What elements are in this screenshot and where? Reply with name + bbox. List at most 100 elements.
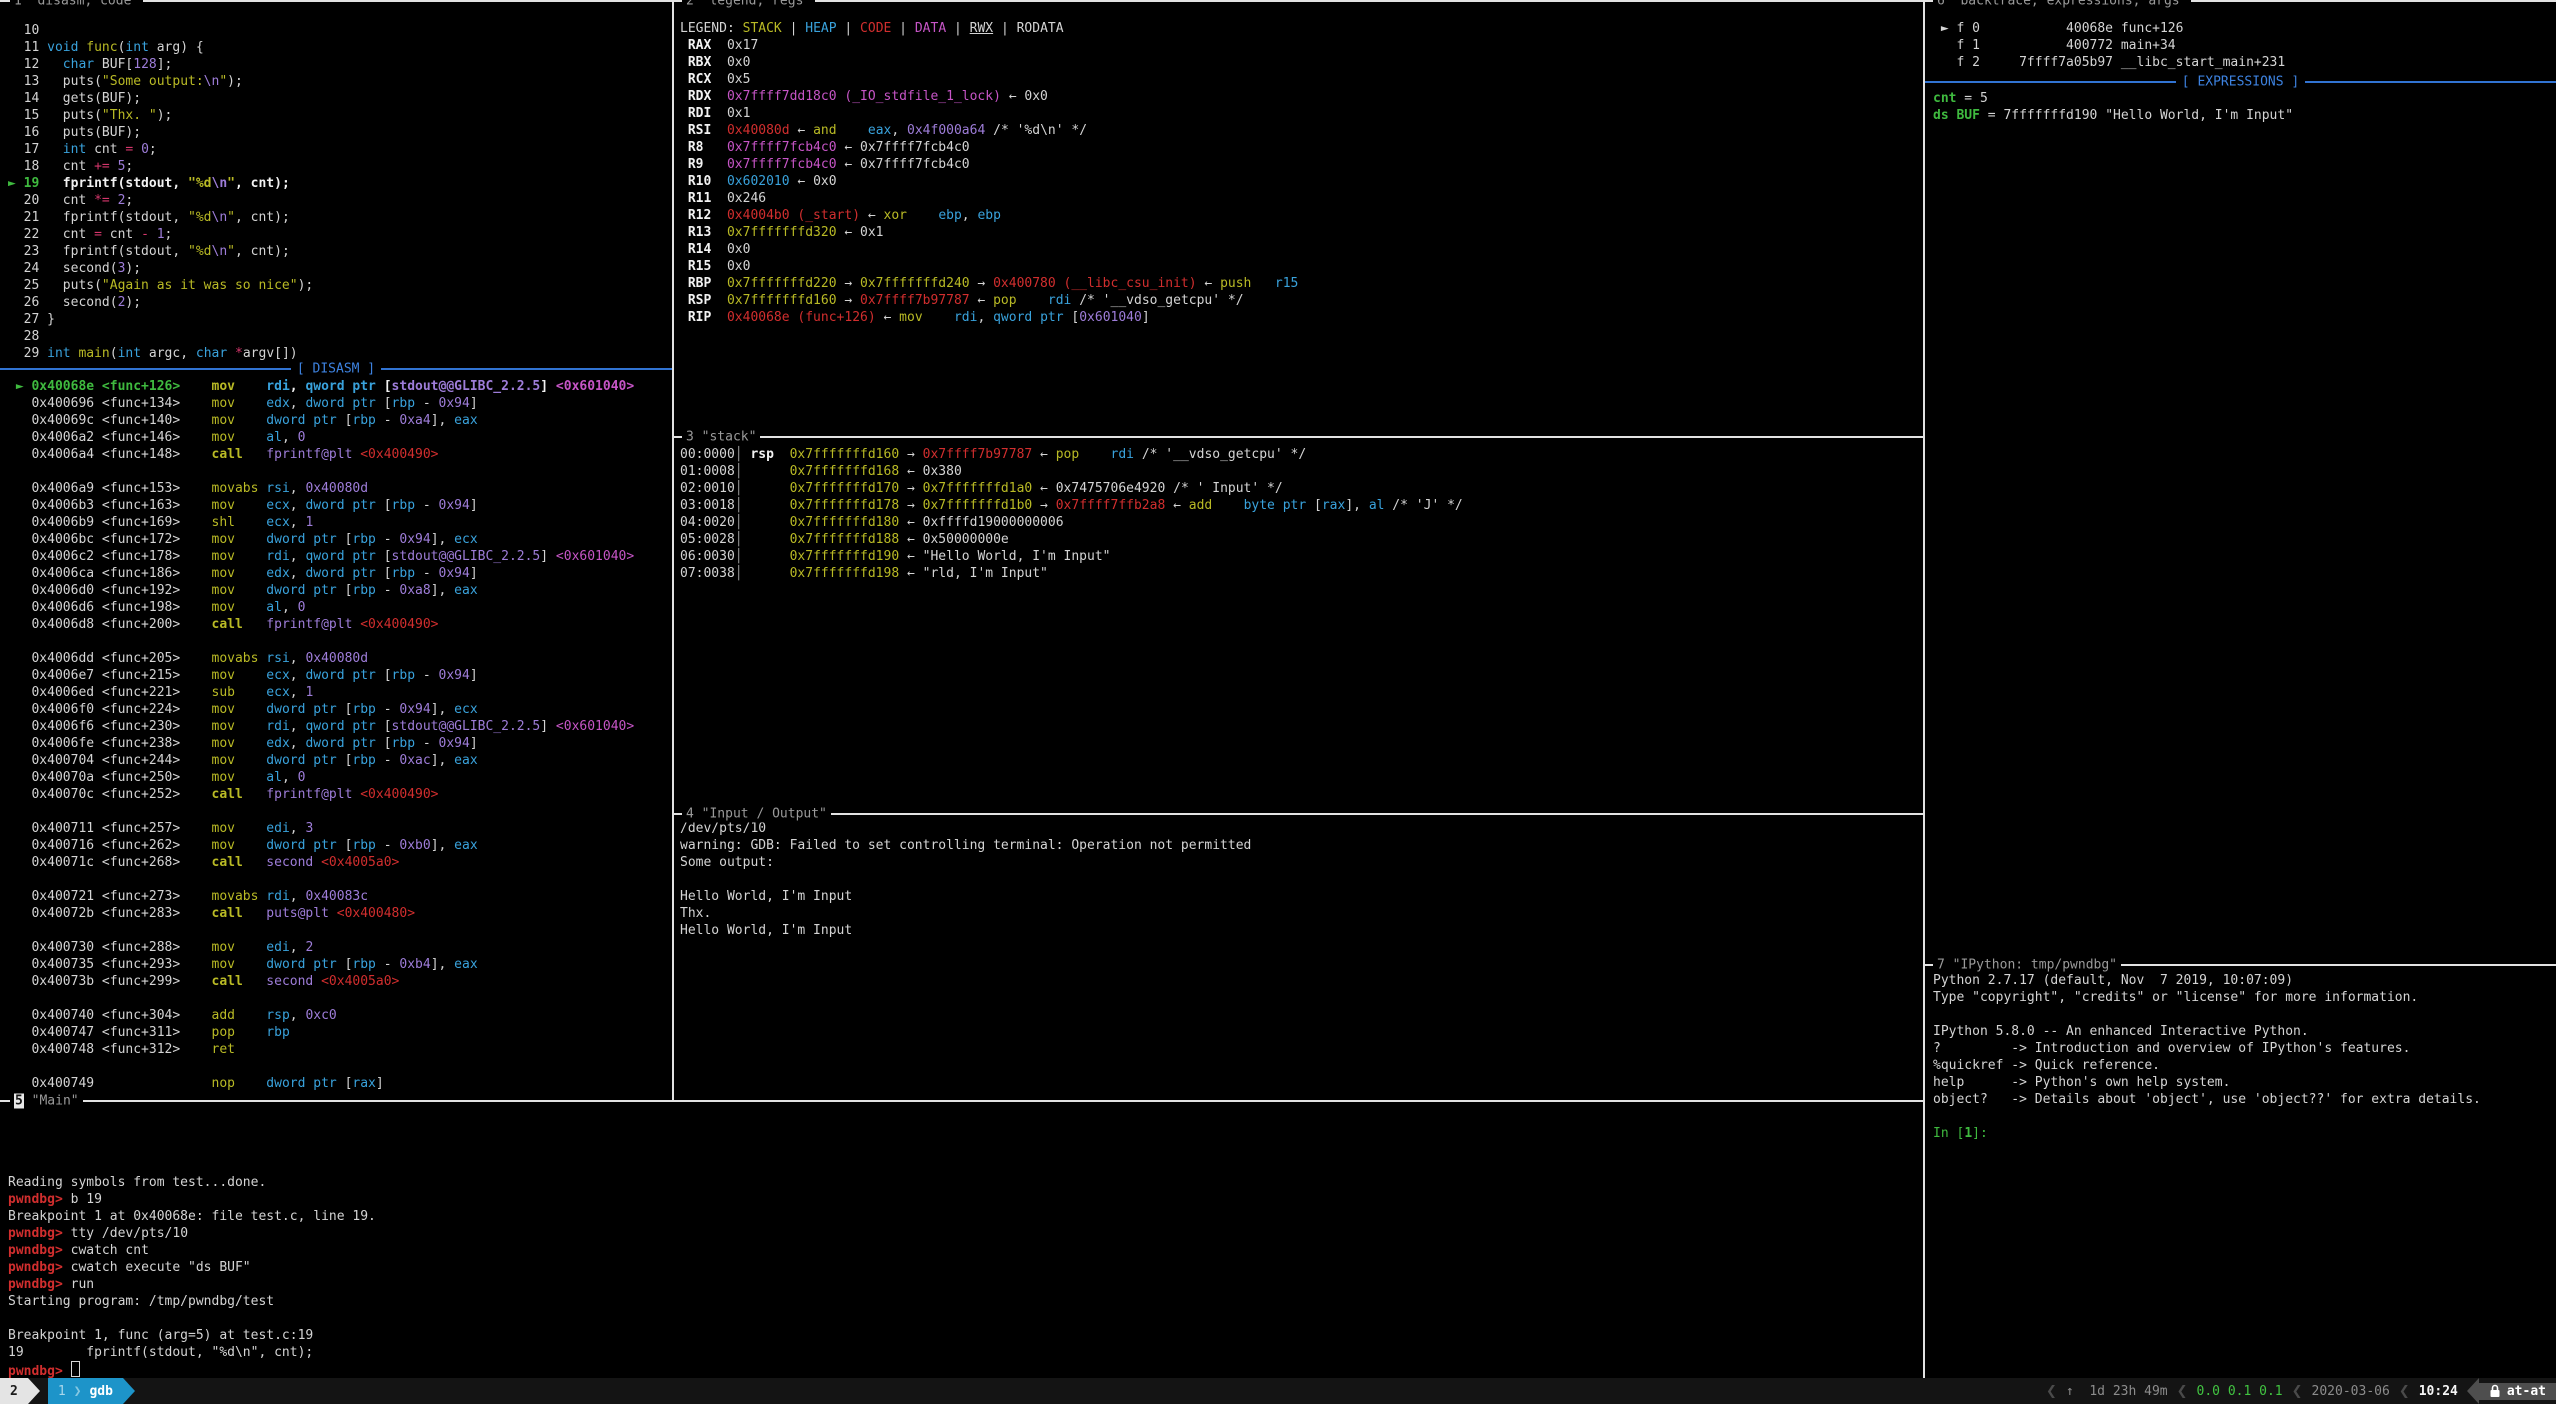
- terminal-line: 0x4006f0 <func+224> mov dword ptr [rbp -…: [8, 701, 634, 718]
- pane-border-io[interactable]: [672, 813, 1923, 815]
- terminal-line: 0x400748 <func+312> ret: [8, 1041, 634, 1058]
- stack-pane[interactable]: 00:0000│ rsp 0x7fffffffd160 → 0x7ffff7b9…: [680, 446, 1463, 582]
- terminal-line: 0x4006a4 <func+148> call fprintf@plt <0x…: [8, 446, 634, 463]
- terminal-line: %quickref -> Quick reference.: [1933, 1057, 2481, 1074]
- pane-title-main: 5 "Main": [10, 1093, 83, 1110]
- terminal-line: 18 cnt += 5;: [8, 158, 313, 175]
- hostname-segment: at-at: [2479, 1383, 2556, 1400]
- terminal-line: [8, 463, 634, 480]
- terminal-line: [8, 922, 634, 939]
- terminal-line: [8, 871, 634, 888]
- terminal-line: RAX 0x17: [680, 37, 1298, 54]
- terminal-line: 0x4006ca <func+186> mov edx, dword ptr […: [8, 565, 634, 582]
- terminal-line: 0x4006d8 <func+200> call fprintf@plt <0x…: [8, 616, 634, 633]
- terminal-line: 0x4006bc <func+172> mov dword ptr [rbp -…: [8, 531, 634, 548]
- terminal-line: RSP 0x7fffffffd160 → 0x7ffff7b97787 ← po…: [680, 292, 1298, 309]
- terminal-line: 0x40071c <func+268> call second <0x4005a…: [8, 854, 634, 871]
- terminal-line: 1 "disasm, code": [14, 0, 139, 10]
- registers-pane[interactable]: LEGEND: STACK | HEAP | CODE | DATA | RWX…: [680, 20, 1298, 326]
- terminal-line: Some output:: [680, 854, 1251, 871]
- terminal-line: Starting program: /tmp/pwndbg/test: [8, 1293, 376, 1310]
- terminal-line: [8, 1058, 634, 1075]
- terminal-line: ► f 0 40068e func+126: [1933, 20, 2285, 37]
- terminal-line: [8, 1140, 376, 1157]
- gdb-main-pane[interactable]: Reading symbols from test...done. pwndbg>…: [8, 1106, 376, 1378]
- terminal-line: 16 puts(BUF);: [8, 124, 313, 141]
- terminal-line: [8, 1157, 376, 1174]
- expressions-section-label: [ EXPRESSIONS ]: [1925, 74, 2556, 91]
- terminal-line: Thx.: [680, 905, 1251, 922]
- chevron-left-icon: ❮: [2390, 1383, 2419, 1400]
- terminal-line: 20 cnt *= 2;: [8, 192, 313, 209]
- pane-title-legend-regs: 2 "legend, regs": [682, 0, 815, 10]
- uptime-text: 1d 23h 49m: [2089, 1383, 2167, 1400]
- terminal-line: 0x40069c <func+140> mov dword ptr [rbp -…: [8, 412, 634, 429]
- load-average: 0.0 0.1 0.1: [2197, 1383, 2283, 1400]
- terminal-line: pwndbg> cwatch execute "ds BUF": [8, 1259, 376, 1276]
- terminal-line: 24 second(3);: [8, 260, 313, 277]
- terminal-line: 0x4006b3 <func+163> mov ecx, dword ptr […: [8, 497, 634, 514]
- pane-border-vertical-right[interactable]: [1923, 0, 1925, 1378]
- backtrace-pane[interactable]: ► f 0 40068e func+126 f 1 400772 main+34…: [1933, 20, 2285, 71]
- window-tab-gdb[interactable]: 1 ❯ gdb: [48, 1378, 123, 1404]
- terminal-line: f 2 7ffff7a05b97 __libc_start_main+231: [1933, 54, 2285, 71]
- source-code-pane[interactable]: 10 11 void func(int arg) { 12 char BUF[1…: [8, 22, 313, 362]
- terminal-line: 0x4006e7 <func+215> mov ecx, dword ptr […: [8, 667, 634, 684]
- tmux-pwndbg-screen: 10 11 void func(int arg) { 12 char BUF[1…: [0, 0, 2556, 1404]
- terminal-line: ► 19 fprintf(stdout, "%d\n", cnt);: [8, 175, 313, 192]
- terminal-line: 0x4006a9 <func+153> movabs rsi, 0x40080d: [8, 480, 634, 497]
- powerline-arrow-icon: [28, 1378, 40, 1404]
- terminal-line: 28: [8, 328, 313, 345]
- terminal-line: ► 0x40068e <func+126> mov rdi, qword ptr…: [8, 378, 634, 395]
- disassembly-pane[interactable]: ► 0x40068e <func+126> mov rdi, qword ptr…: [8, 378, 634, 1092]
- uptime-icon: ↑: [2066, 1383, 2089, 1400]
- terminal-line: 0x400721 <func+273> movabs rdi, 0x40083c: [8, 888, 634, 905]
- terminal-line: 0x40073b <func+299> call second <0x4005a…: [8, 973, 634, 990]
- input-output-pane[interactable]: /dev/pts/10warning: GDB: Failed to set c…: [680, 820, 1251, 939]
- session-tab[interactable]: 2: [0, 1378, 28, 1404]
- terminal-line: 5 "Main": [14, 1093, 79, 1110]
- terminal-line: 0x400749 nop dword ptr [rax]: [8, 1075, 634, 1092]
- pane-title-stack: 3 "stack": [682, 429, 760, 446]
- terminal-line: cnt = 5: [1933, 90, 2293, 107]
- terminal-line: RCX 0x5: [680, 71, 1298, 88]
- pane-title-input-output: 4 "Input / Output": [682, 806, 831, 823]
- terminal-line: 00:0000│ rsp 0x7fffffffd160 → 0x7ffff7b9…: [680, 446, 1463, 463]
- terminal-line: 21 fprintf(stdout, "%d\n", cnt);: [8, 209, 313, 226]
- terminal-line: pwndbg> cwatch cnt: [8, 1242, 376, 1259]
- terminal-line: 12 char BUF[128];: [8, 56, 313, 73]
- terminal-line: R12 0x4004b0 (_start) ← xor ebp, ebp: [680, 207, 1298, 224]
- terminal-line: R8 0x7ffff7fcb4c0 ← 0x7ffff7fcb4c0: [680, 139, 1298, 156]
- chevron-left-icon: ❮: [2168, 1383, 2197, 1400]
- terminal-line: R10 0x602010 ← 0x0: [680, 173, 1298, 190]
- pane-border-stack[interactable]: [672, 436, 1923, 438]
- chevron-left-icon: ❮: [2037, 1383, 2066, 1400]
- terminal-line: 07:0038│ 0x7fffffffd198 ← "rld, I'm Inpu…: [680, 565, 1463, 582]
- terminal-line: 17 int cnt = 0;: [8, 141, 313, 158]
- terminal-line: f 1 400772 main+34: [1933, 37, 2285, 54]
- terminal-line: 23 fprintf(stdout, "%d\n", cnt);: [8, 243, 313, 260]
- terminal-line: object? -> Details about 'object', use '…: [1933, 1091, 2481, 1108]
- terminal-line: 0x400696 <func+134> mov edx, dword ptr […: [8, 395, 634, 412]
- terminal-line: pwndbg> run: [8, 1276, 376, 1293]
- pane-border-main[interactable]: [0, 1100, 1925, 1102]
- pane-border-vertical-left[interactable]: [672, 0, 674, 1102]
- terminal-line: 10: [8, 22, 313, 39]
- terminal-line: 11 void func(int arg) {: [8, 39, 313, 56]
- terminal-line: [680, 871, 1251, 888]
- terminal-line: RBP 0x7fffffffd220 → 0x7fffffffd240 → 0x…: [680, 275, 1298, 292]
- terminal-line: 0x4006dd <func+205> movabs rsi, 0x40080d: [8, 650, 634, 667]
- terminal-line: 0x4006c2 <func+178> mov rdi, qword ptr […: [8, 548, 634, 565]
- terminal-line: Reading symbols from test...done.: [8, 1174, 376, 1191]
- terminal-line: 0x4006b9 <func+169> shl ecx, 1: [8, 514, 634, 531]
- chevron-right-icon: ❯: [74, 1383, 82, 1400]
- powerline-arrow-icon: [123, 1378, 135, 1404]
- terminal-line: 05:0028│ 0x7fffffffd188 ← 0x50000000e: [680, 531, 1463, 548]
- ipython-pane[interactable]: Python 2.7.17 (default, Nov 7 2019, 10:0…: [1933, 972, 2481, 1142]
- expressions-pane[interactable]: cnt = 5ds BUF = 7fffffffd190 "Hello Worl…: [1933, 90, 2293, 124]
- terminal-line: [8, 633, 634, 650]
- lock-icon: [2489, 1384, 2501, 1398]
- terminal-line: 0x4006ed <func+221> sub ecx, 1: [8, 684, 634, 701]
- terminal-line: [8, 990, 634, 1007]
- terminal-line: 25 puts("Again as it was so nice");: [8, 277, 313, 294]
